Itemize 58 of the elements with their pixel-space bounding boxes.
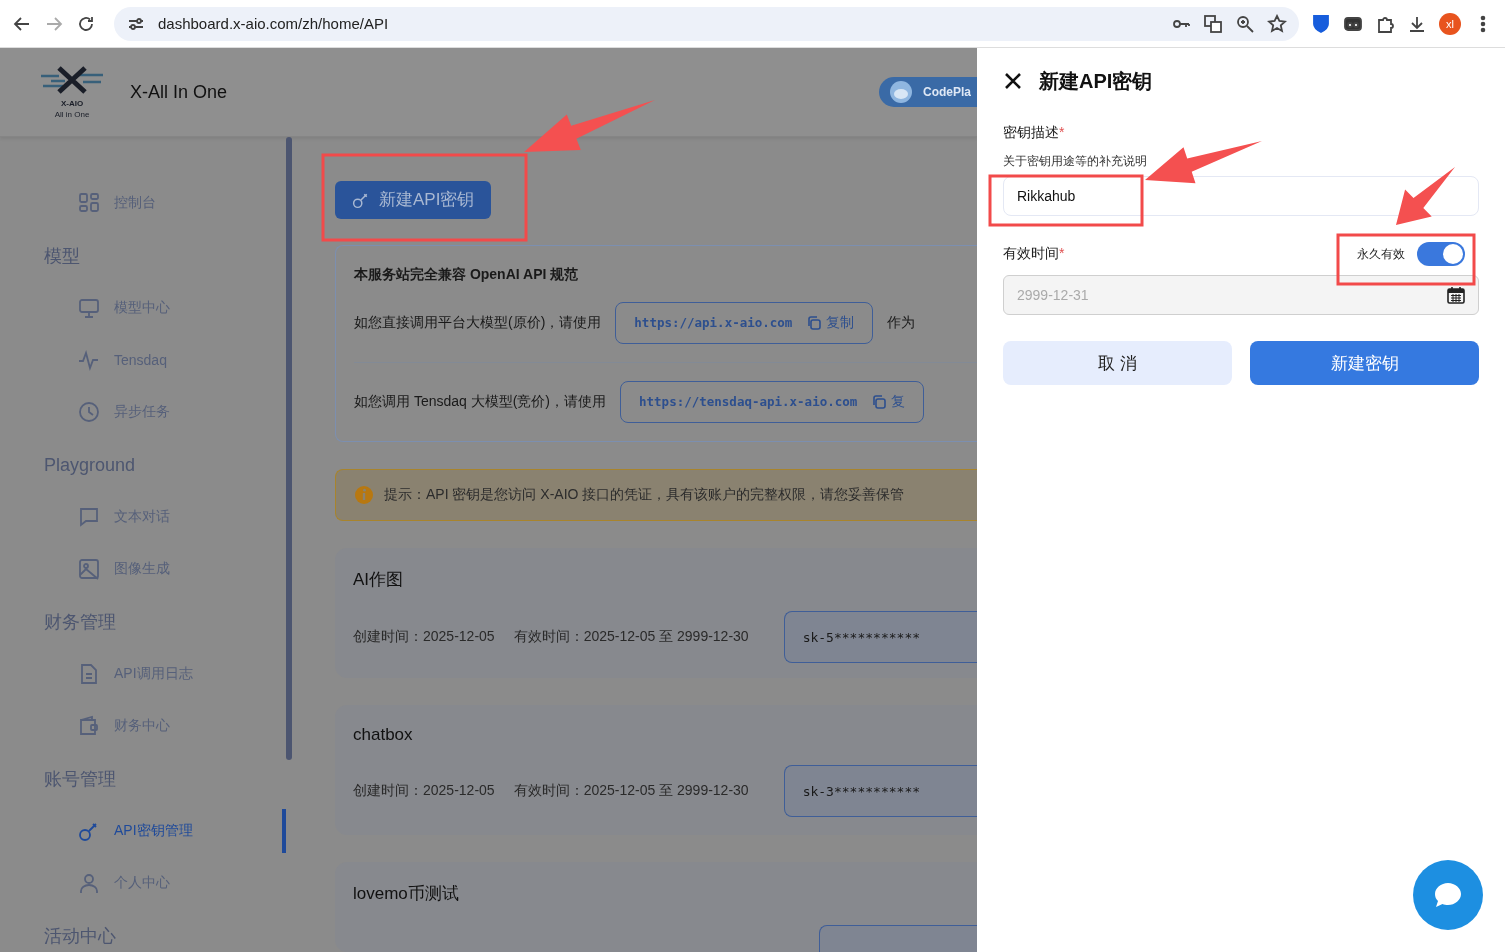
sidebar-item-icon: [78, 297, 100, 319]
copy-icon: [806, 314, 823, 331]
sidebar-item-icon: [78, 192, 100, 214]
sidebar-section-title: 模型: [43, 245, 81, 268]
copy-button[interactable]: 复制: [806, 313, 855, 332]
sidebar-item[interactable]: API密钥管理: [0, 805, 286, 857]
brand-name: X-All In One: [130, 81, 228, 103]
notice-text: 提示：API 密钥是您访问 X-AIO 接口的凭证，具有该账户的完整权限，请您妥善保管: [384, 485, 905, 504]
endpoint-note: 作为: [887, 313, 916, 332]
validity-period: 有效时间：2025-12-05 至 2999-12-30: [513, 782, 749, 800]
sidebar-item-icon: [78, 820, 100, 842]
sidebar-item-icon: [78, 715, 100, 737]
copy-icon: [871, 393, 888, 410]
api-key-value: sk-5***********: [783, 611, 977, 663]
address-bar[interactable]: dashboard.x-aio.com/zh/home/API: [114, 6, 1299, 41]
annotation-arrow: [1396, 167, 1455, 225]
sidebar-section-title: 账号管理: [43, 768, 117, 791]
endpoint-label: 如您直接调用平台大模型(原价)，请使用: [354, 313, 602, 332]
profile-avatar[interactable]: xl: [1439, 12, 1461, 35]
field-label: 有效时间*: [1003, 245, 1065, 263]
field-hint: 关于密钥用途等的补充说明: [1003, 153, 1148, 170]
sidebar-item-icon: [78, 401, 100, 423]
zoom-icon[interactable]: [1235, 13, 1255, 34]
api-key-value: sk-3***********: [783, 765, 977, 817]
scrollbar[interactable]: [286, 137, 292, 760]
copy-button[interactable]: 复: [871, 392, 906, 411]
validity-period: 有效时间：2025-12-05 至 2999-12-30: [513, 628, 749, 646]
drawer-title: 新建API密钥: [1039, 68, 1153, 94]
field-label: 密钥描述*: [1003, 124, 1066, 142]
sidebar-item-icon: [78, 663, 100, 685]
new-api-key-button[interactable]: 新建API密钥: [335, 181, 492, 219]
star-icon[interactable]: [1267, 13, 1287, 34]
sidebar-section-title: 活动中心: [43, 925, 117, 948]
sidebar-item-icon: [78, 506, 100, 528]
sidebar-item-icon: [78, 349, 100, 371]
endpoint-url: https://tensdaq-api.x-aio.com: [639, 394, 858, 410]
logo[interactable]: X-AIO All in One: [39, 64, 105, 120]
api-key-name: chatbox: [353, 725, 414, 745]
sidebar-item-icon: [78, 872, 100, 894]
sidebar-item-icon: [78, 558, 100, 580]
promo-badge[interactable]: CodePla: [879, 77, 977, 107]
sidebar-section-title: 财务管理: [43, 611, 117, 634]
api-key-name: AI作图: [353, 569, 405, 591]
created-date: 创建时间：2025-12-05: [353, 782, 495, 800]
cancel-button[interactable]: 取 消: [1003, 341, 1232, 385]
endpoint-label: 如您调用 Tensdaq 大模型(竞价)，请使用: [354, 392, 607, 411]
info-icon: [354, 484, 374, 505]
created-date: 创建时间：2025-12-05: [353, 628, 495, 646]
sidebar-section-title: Playground: [43, 453, 137, 477]
permanent-label: 永久有效: [1357, 245, 1405, 263]
chat-icon: [1433, 881, 1463, 909]
create-key-button[interactable]: 新建密钥: [1250, 341, 1479, 385]
translate-icon[interactable]: [1203, 13, 1223, 34]
shield-icon[interactable]: [1311, 13, 1331, 34]
api-key-name: lovemo币测试: [353, 883, 460, 905]
close-button[interactable]: [1003, 71, 1023, 91]
info-title: 本服务站完全兼容 OpenAI API 规范: [354, 265, 580, 284]
endpoint-url: https://api.x-aio.com: [634, 315, 793, 331]
